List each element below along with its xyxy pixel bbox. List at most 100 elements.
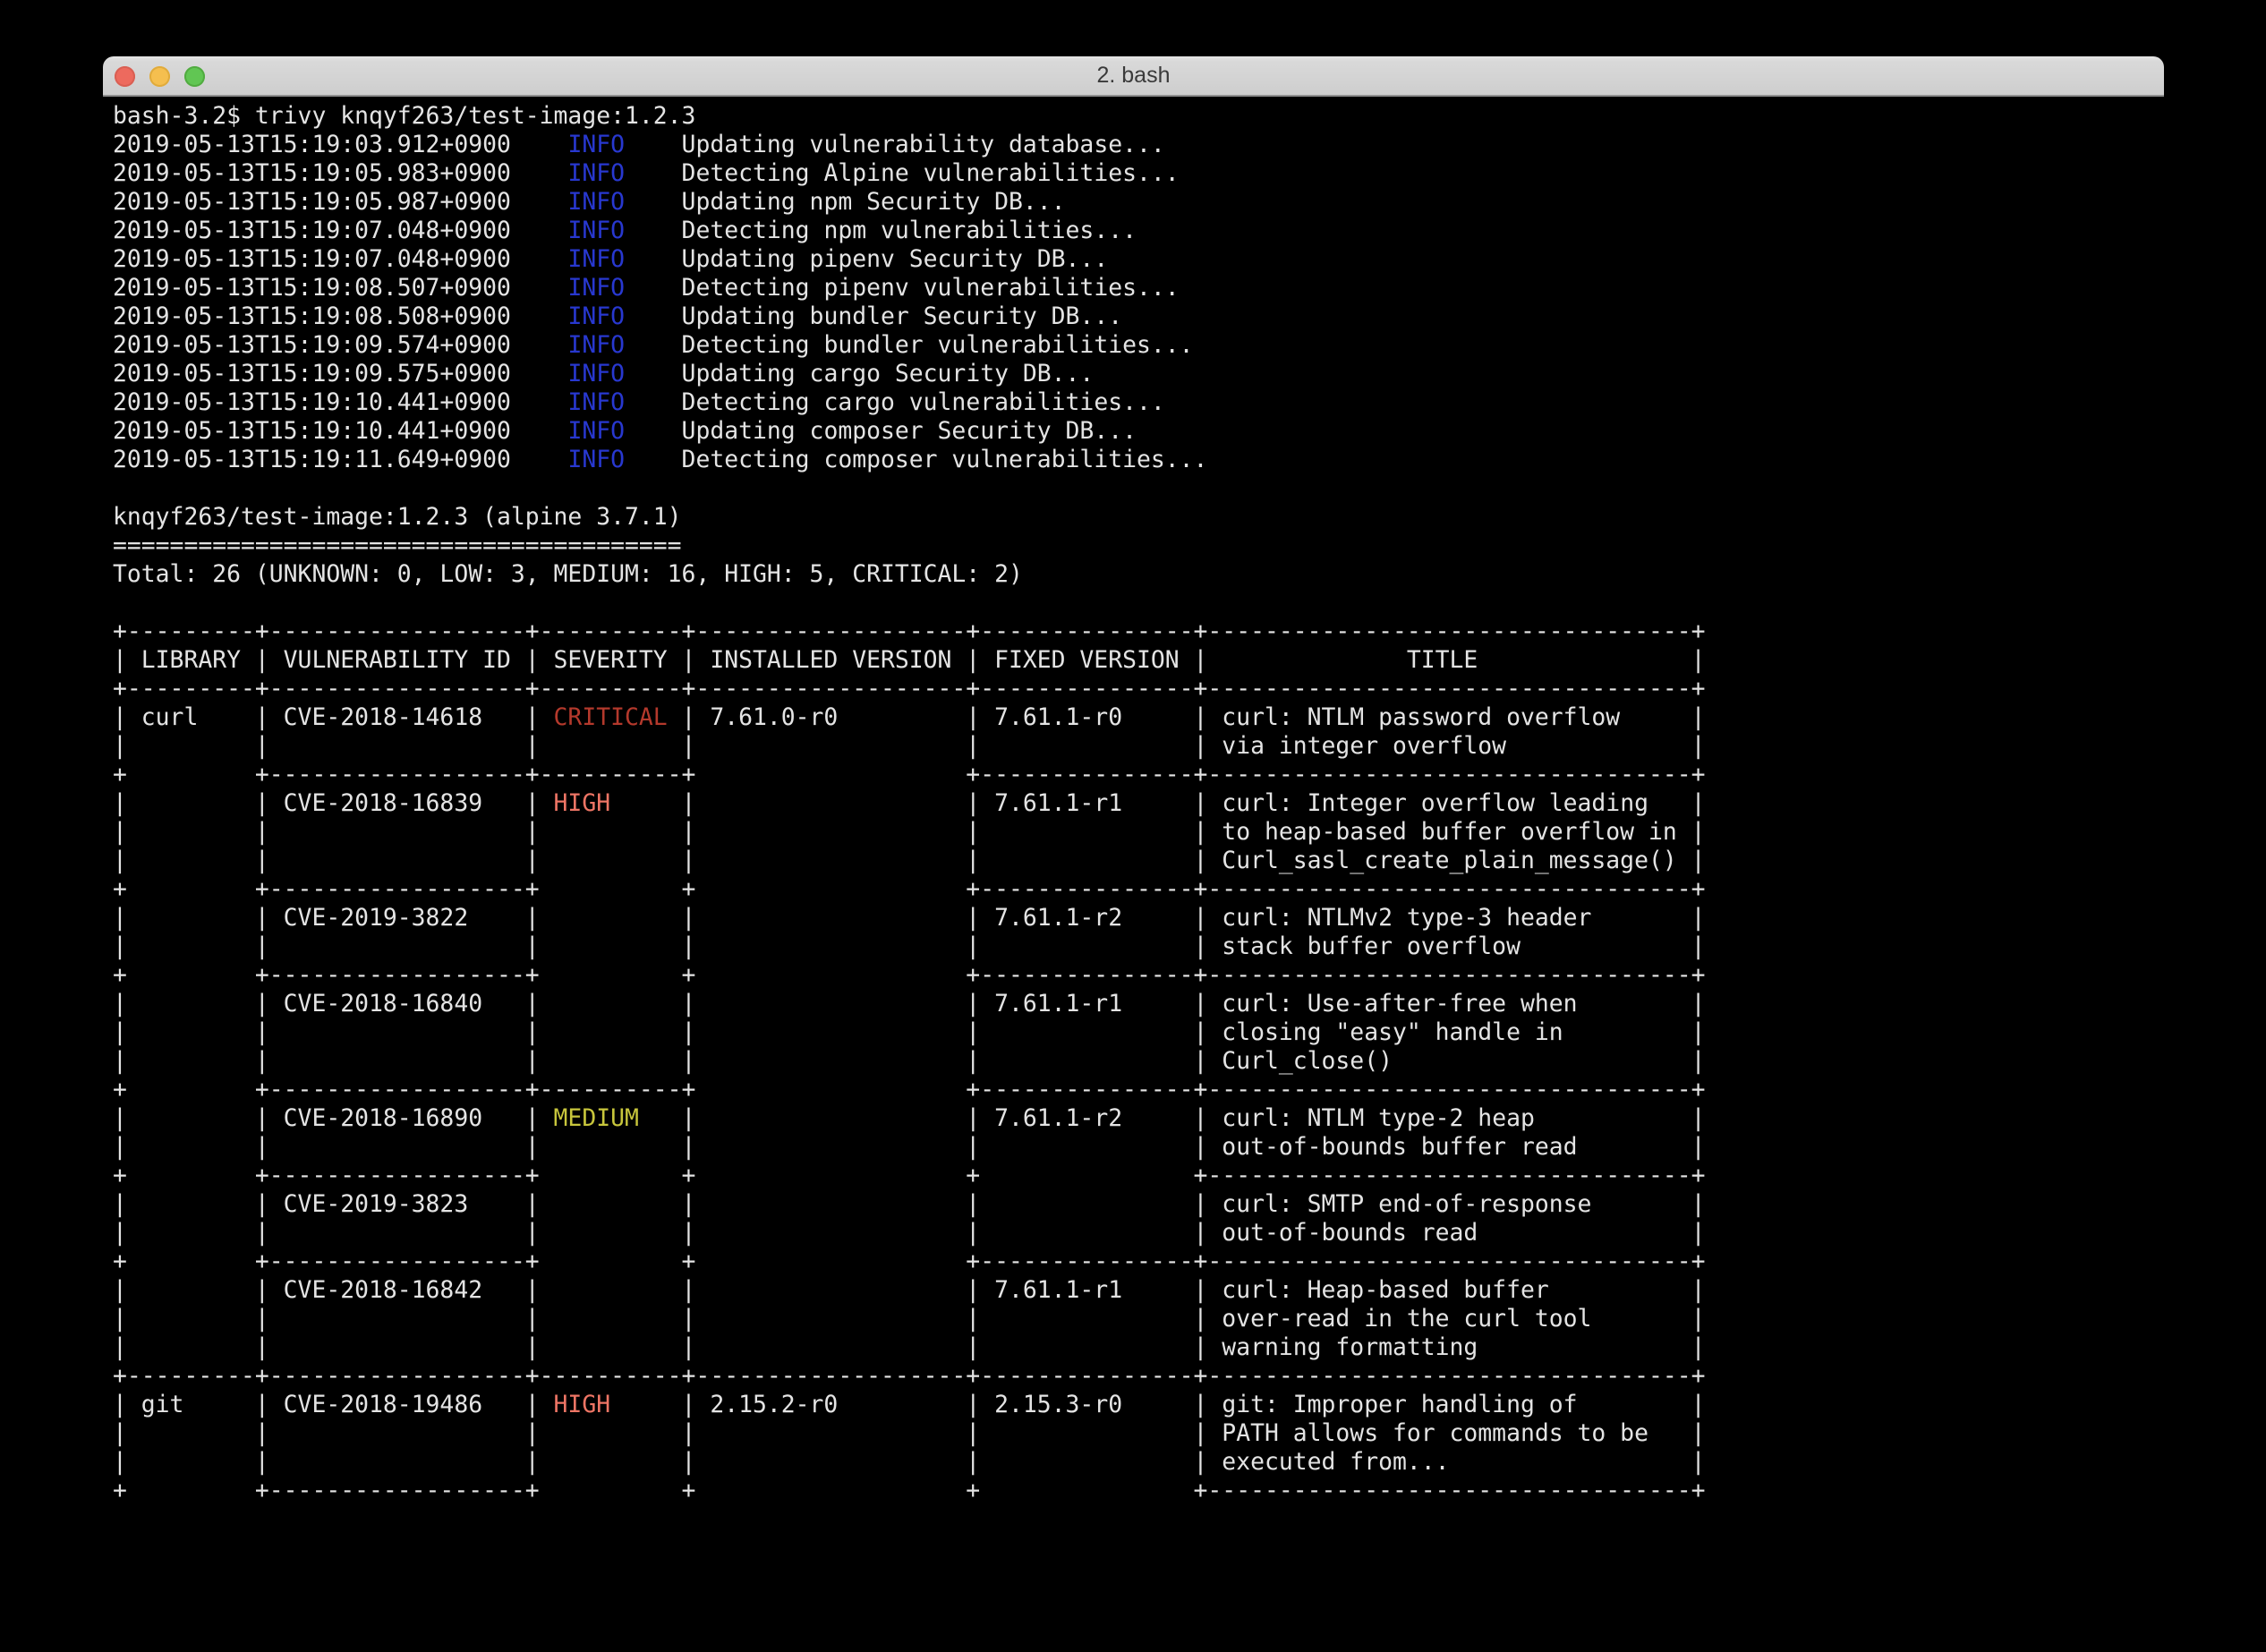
text-segment: [113, 474, 127, 502]
table-row: | | CVE-2018-16840 | | | 7.61.1-r1 | cur…: [113, 990, 2164, 1018]
table-row: | | | | | | closing "easy" handle in |: [113, 1018, 2164, 1047]
log-line: 2019-05-13T15:19:11.649+0900 INFO Detect…: [113, 446, 2164, 474]
severity-medium: MEDIUM: [554, 1104, 639, 1132]
table-header: | LIBRARY | VULNERABILITY ID | SEVERITY …: [113, 646, 2164, 675]
log-line: 2019-05-13T15:19:05.983+0900 INFO Detect…: [113, 159, 2164, 188]
table-row: | | | | | | Curl_close() |: [113, 1047, 2164, 1076]
text-segment: | | CVE-2019-3822 | | | 7.61.1-r2 | curl…: [113, 904, 1706, 932]
table-row: | curl | CVE-2018-14618 | CRITICAL | 7.6…: [113, 703, 2164, 732]
text-segment: Updating pipenv Security DB...: [625, 245, 1108, 273]
text-segment: Updating composer Security DB...: [625, 417, 1137, 445]
text-segment: | 2.15.2-r0 | 2.15.3-r0 | git: Improper …: [610, 1391, 1705, 1418]
table-row: | | | | | | over-read in the curl tool |: [113, 1305, 2164, 1333]
log-line: 2019-05-13T15:19:05.987+0900 INFO Updati…: [113, 188, 2164, 217]
zoom-button[interactable]: [184, 66, 205, 87]
text-segment: | | CVE-2018-16839 |: [113, 789, 554, 817]
text-segment: | | | | | | stack buffer overflow |: [113, 932, 1706, 960]
text-segment: 2019-05-13T15:19:05.983+0900: [113, 159, 567, 187]
severity-high: HIGH: [554, 1391, 611, 1418]
report-target: knqyf263/test-image:1.2.3 (alpine 3.7.1): [113, 503, 2164, 532]
log-level-info: INFO: [567, 360, 625, 387]
log-level-info: INFO: [567, 417, 625, 445]
severity-high: HIGH: [554, 789, 611, 817]
table-border: + +------------------+ + + +------------…: [113, 1477, 2164, 1505]
table-row: | | | | | | via integer overflow |: [113, 732, 2164, 761]
blank-line: [113, 474, 2164, 503]
table-row: | | | | | | out-of-bounds read |: [113, 1219, 2164, 1248]
log-level-info: INFO: [567, 446, 625, 473]
log-level-info: INFO: [567, 159, 625, 187]
log-level-info: INFO: [567, 131, 625, 158]
log-line: 2019-05-13T15:19:08.508+0900 INFO Updati…: [113, 302, 2164, 331]
table-row: | | CVE-2019-3823 | | | | curl: SMTP end…: [113, 1190, 2164, 1219]
table-row: | | CVE-2018-16842 | | | 7.61.1-r1 | cur…: [113, 1276, 2164, 1305]
severity-critical: CRITICAL: [554, 703, 668, 731]
text-segment: + +------------------+ + +--------------…: [113, 1248, 1706, 1275]
table-border: + +------------------+----------+ +-----…: [113, 1076, 2164, 1104]
table-row: | | | | | | executed from... |: [113, 1448, 2164, 1477]
text-segment: | git | CVE-2018-19486 |: [113, 1391, 554, 1418]
text-segment: | | | | | | to heap-based buffer overflo…: [113, 818, 1706, 846]
table-border: + +------------------+ + +--------------…: [113, 961, 2164, 990]
text-segment: | | 7.61.1-r1 | curl: Integer overflow l…: [610, 789, 1705, 817]
text-segment: 2019-05-13T15:19:09.575+0900: [113, 360, 567, 387]
text-segment: + +------------------+----------+ +-----…: [113, 761, 1706, 788]
table-border: + +------------------+ + +--------------…: [113, 875, 2164, 904]
log-level-info: INFO: [567, 331, 625, 359]
text-segment: ========================================: [113, 532, 682, 559]
text-segment: | | | | | | Curl_close() |: [113, 1047, 1706, 1075]
minimize-button[interactable]: [149, 66, 170, 87]
text-segment: Updating vulnerability database...: [625, 131, 1165, 158]
text-segment: | | | | | | executed from... |: [113, 1448, 1706, 1476]
text-segment: + +------------------+ + + +------------…: [113, 1477, 1706, 1504]
text-segment: | | | | | | closing "easy" handle in |: [113, 1018, 1706, 1046]
text-segment: 2019-05-13T15:19:07.048+0900: [113, 217, 567, 244]
text-segment: 2019-05-13T15:19:09.574+0900: [113, 331, 567, 359]
log-line: 2019-05-13T15:19:07.048+0900 INFO Detect…: [113, 217, 2164, 245]
text-segment: 2019-05-13T15:19:11.649+0900: [113, 446, 567, 473]
table-row: | | | | | | warning formatting |: [113, 1333, 2164, 1362]
text-segment: | | CVE-2018-16842 | | | 7.61.1-r1 | cur…: [113, 1276, 1706, 1304]
report-underline: ========================================: [113, 532, 2164, 560]
log-level-info: INFO: [567, 217, 625, 244]
text-segment: +---------+------------------+----------…: [113, 617, 1706, 645]
text-segment: | | | | | | warning formatting |: [113, 1333, 1706, 1361]
log-line: 2019-05-13T15:19:10.441+0900 INFO Updati…: [113, 417, 2164, 446]
text-segment: | | | | | | PATH allows for commands to …: [113, 1419, 1706, 1447]
table-border: +---------+------------------+----------…: [113, 1362, 2164, 1391]
text-segment: | | | | | | out-of-bounds read |: [113, 1219, 1706, 1247]
table-border: +---------+------------------+----------…: [113, 675, 2164, 703]
text-segment: | 7.61.0-r0 | 7.61.1-r0 | curl: NTLM pas…: [668, 703, 1706, 731]
window-titlebar[interactable]: 2. bash: [103, 56, 2164, 97]
table-row: | | | | | | PATH allows for commands to …: [113, 1419, 2164, 1448]
log-line: 2019-05-13T15:19:07.048+0900 INFO Updati…: [113, 245, 2164, 274]
text-segment: + +------------------+ + +--------------…: [113, 961, 1706, 989]
text-segment: | | CVE-2019-3823 | | | | curl: SMTP end…: [113, 1190, 1706, 1218]
text-segment: Detecting Alpine vulnerabilities...: [625, 159, 1180, 187]
text-segment: Updating cargo Security DB...: [625, 360, 1094, 387]
table-border: + +------------------+ + + +------------…: [113, 1162, 2164, 1190]
text-segment: | | 7.61.1-r2 | curl: NTLM type-2 heap |: [639, 1104, 1706, 1132]
terminal-screen[interactable]: bash-3.2$ trivy knqyf263/test-image:1.2.…: [103, 97, 2164, 1505]
log-line: 2019-05-13T15:19:09.575+0900 INFO Updati…: [113, 360, 2164, 388]
log-level-info: INFO: [567, 388, 625, 416]
terminal-window: 2. bash bash-3.2$ trivy knqyf263/test-im…: [103, 56, 2164, 1605]
table-border: + +------------------+----------+ +-----…: [113, 761, 2164, 789]
text-segment: | | CVE-2018-16840 | | | 7.61.1-r1 | cur…: [113, 990, 1706, 1018]
text-segment: | | | | | | Curl_sasl_create_plain_messa…: [113, 847, 1706, 874]
text-segment: Updating bundler Security DB...: [625, 302, 1122, 330]
close-button[interactable]: [115, 66, 135, 87]
text-segment: + +------------------+ + +--------------…: [113, 875, 1706, 903]
text-segment: 2019-05-13T15:19:03.912+0900: [113, 131, 567, 158]
text-segment: Detecting bundler vulnerabilities...: [625, 331, 1194, 359]
text-segment: Detecting pipenv vulnerabilities...: [625, 274, 1180, 302]
text-segment: bash-3.2$ trivy knqyf263/test-image:1.2.…: [113, 102, 695, 130]
text-segment: +---------+------------------+----------…: [113, 1362, 1706, 1390]
text-segment: knqyf263/test-image:1.2.3 (alpine 3.7.1): [113, 503, 682, 531]
text-segment: 2019-05-13T15:19:08.507+0900: [113, 274, 567, 302]
blank-line: [113, 589, 2164, 617]
text-segment: | curl | CVE-2018-14618 |: [113, 703, 554, 731]
text-segment: 2019-05-13T15:19:10.441+0900: [113, 388, 567, 416]
table-row: | | | | | | out-of-bounds buffer read |: [113, 1133, 2164, 1162]
log-level-info: INFO: [567, 274, 625, 302]
